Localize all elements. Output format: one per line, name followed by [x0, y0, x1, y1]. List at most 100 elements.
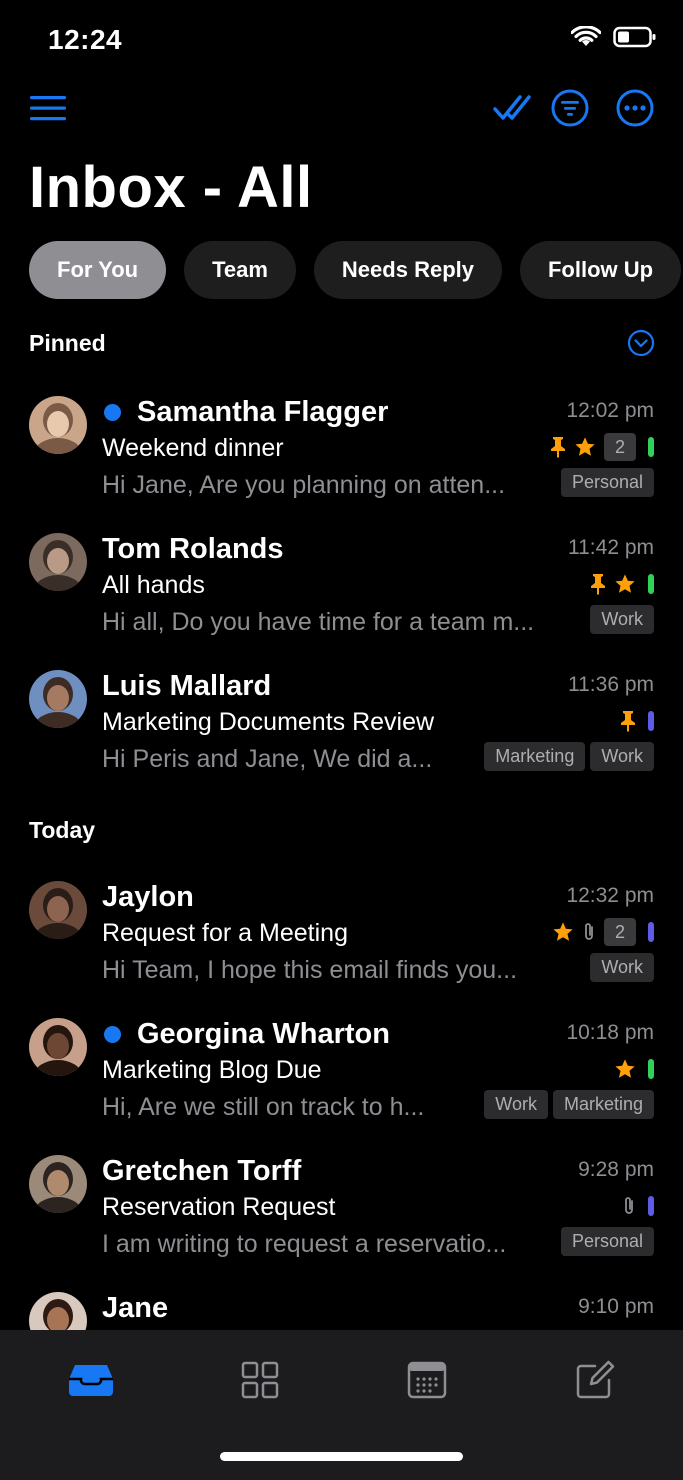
- mail-tags: Work: [590, 953, 654, 982]
- chevron-down-circle-icon: [627, 329, 655, 357]
- collapse-pinned-button[interactable]: [627, 329, 655, 357]
- sender-name: Tom Rolands: [102, 533, 284, 565]
- thread-count-badge: 2: [604, 433, 636, 461]
- mail-subject: Marketing Blog Due: [102, 1056, 322, 1084]
- home-indicator: [220, 1452, 463, 1461]
- inbox-icon: [69, 1365, 113, 1396]
- category-tag: Work: [590, 605, 654, 634]
- filter-chips: For You Team Needs Reply Follow Up: [29, 241, 682, 299]
- tab-apps[interactable]: [235, 1358, 285, 1402]
- sender-name: Gretchen Torff: [102, 1155, 302, 1187]
- mail-item[interactable]: Gretchen Torff 9:28 pm Reservation Request…: [0, 1155, 683, 1285]
- star-icon: [615, 1059, 635, 1078]
- star-icon: [615, 574, 635, 593]
- mail-indicators: 2: [552, 917, 654, 947]
- mail-subject: Reservation Request: [102, 1193, 336, 1221]
- mail-item[interactable]: Luis Mallard 11:36 pm Marketing Documents …: [0, 670, 683, 800]
- battery-icon: [613, 26, 656, 48]
- filter-icon: [551, 89, 589, 127]
- section-header-today: Today: [29, 817, 96, 843]
- mail-tags: Work Marketing: [484, 1090, 654, 1119]
- sender-name: Samantha Flagger: [137, 396, 389, 428]
- sender-name: Luis Mallard: [102, 670, 272, 702]
- mail-item[interactable]: Jane 9:10 pm: [0, 1292, 683, 1330]
- avatar: [29, 1292, 87, 1330]
- sender-name: Jane: [102, 1292, 169, 1324]
- sender-row: Gretchen Torff: [102, 1155, 301, 1188]
- mail-preview: Hi Peris and Jane, We did a...: [102, 745, 433, 773]
- status-time: 12:24: [48, 24, 123, 55]
- mail-item[interactable]: Tom Rolands 11:42 pm All hands Hi all, Do y…: [0, 533, 683, 663]
- category-tag: Work: [590, 953, 654, 982]
- mail-subject: Weekend dinner: [102, 434, 284, 462]
- mail-preview: I am writing to request a reservatio...: [102, 1230, 507, 1258]
- category-tag: Work: [590, 742, 654, 771]
- category-color-bar: [648, 711, 654, 731]
- mail-item[interactable]: Samantha Flagger 12:02 pm Weekend dinner Hi…: [0, 396, 683, 526]
- category-tag: Marketing: [552, 1090, 654, 1119]
- mail-time: 12:02 pm: [566, 399, 654, 422]
- mail-item[interactable]: Jaylon 12:32 pm Request for a Meeting Hi Te…: [0, 881, 683, 1011]
- chip-needs-reply[interactable]: Needs Reply: [313, 241, 502, 299]
- mail-preview: Hi, Are we still on track to h...: [102, 1093, 425, 1121]
- sender-row: Jaylon: [102, 881, 194, 914]
- category-color-bar: [648, 1196, 654, 1216]
- avatar: [29, 396, 87, 454]
- sender-row: Jane: [102, 1292, 168, 1325]
- category-tag: Work: [484, 1090, 548, 1119]
- mail-indicators: [620, 706, 654, 736]
- sender-name: Jaylon: [102, 881, 194, 913]
- mail-indicators: [614, 1054, 654, 1084]
- wifi-icon: [571, 26, 601, 46]
- mail-indicators: 2: [550, 432, 654, 462]
- tab-calendar[interactable]: [402, 1358, 452, 1402]
- double-check-icon: [493, 95, 531, 120]
- mail-preview: Hi Jane, Are you planning on atten...: [102, 471, 506, 499]
- category-color-bar: [648, 574, 654, 594]
- mail-indicators: [590, 569, 654, 599]
- filter-button[interactable]: [548, 86, 592, 130]
- mail-time: 10:18 pm: [566, 1021, 654, 1044]
- avatar: [29, 1018, 87, 1076]
- mail-preview: Hi all, Do you have time for a team m...: [102, 608, 535, 636]
- compose-icon: [576, 1360, 615, 1399]
- attachment-icon: [625, 1197, 633, 1214]
- category-color-bar: [648, 1059, 654, 1079]
- mark-all-read-button[interactable]: [490, 86, 534, 130]
- mail-time: 11:36 pm: [568, 673, 654, 696]
- tab-compose[interactable]: [570, 1358, 620, 1402]
- pin-icon: [591, 574, 605, 595]
- chip-follow-up[interactable]: Follow Up: [519, 241, 682, 299]
- mail-indicators: [622, 1191, 654, 1221]
- chip-for-you[interactable]: For You: [29, 241, 167, 299]
- star-icon: [553, 922, 573, 941]
- sender-row: Georgina Wharton: [102, 1018, 390, 1051]
- avatar: [29, 1155, 87, 1213]
- category-tag: Marketing: [484, 742, 586, 771]
- menu-button[interactable]: [26, 86, 70, 130]
- chip-team[interactable]: Team: [184, 241, 296, 299]
- mail-subject: All hands: [102, 571, 205, 599]
- mail-time: 9:28 pm: [578, 1158, 654, 1181]
- toolbar: [0, 80, 683, 136]
- avatar: [29, 533, 87, 591]
- mail-tags: Personal: [560, 468, 654, 497]
- category-color-bar: [648, 437, 654, 457]
- pin-icon: [621, 711, 635, 732]
- more-options-icon: [616, 89, 654, 127]
- thread-count-badge: 2: [604, 918, 636, 946]
- mail-time: 12:32 pm: [566, 884, 654, 907]
- mail-subject: Request for a Meeting: [102, 919, 348, 947]
- sender-row: Tom Rolands: [102, 533, 284, 566]
- sender-name: Georgina Wharton: [137, 1018, 390, 1050]
- mail-item[interactable]: Georgina Wharton 10:18 pm Marketing Blog D…: [0, 1018, 683, 1148]
- mail-time: 9:10 pm: [578, 1295, 654, 1318]
- pin-icon: [551, 437, 565, 458]
- calendar-icon: [407, 1361, 447, 1399]
- unread-dot: [104, 1026, 121, 1043]
- category-tag: Personal: [560, 1227, 654, 1256]
- star-icon: [575, 437, 595, 456]
- tab-inbox[interactable]: [66, 1358, 116, 1402]
- more-button[interactable]: [613, 86, 657, 130]
- sender-row: Luis Mallard: [102, 670, 271, 703]
